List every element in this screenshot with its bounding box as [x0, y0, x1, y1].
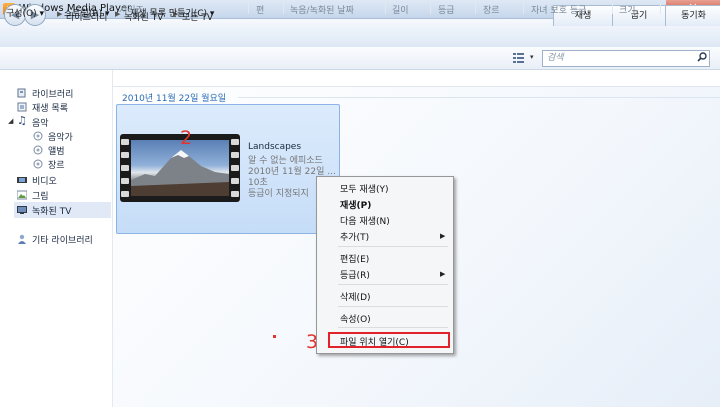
film-perforation	[121, 152, 129, 158]
search-input[interactable]	[547, 52, 687, 64]
chevron-down-icon: ▾	[209, 9, 215, 19]
column-divider[interactable]	[523, 2, 524, 14]
film-perforation	[121, 165, 129, 171]
chevron-down-icon: ▾	[105, 9, 110, 19]
film-perforation	[121, 178, 129, 184]
column-parental-rating[interactable]: 자녀 보호 등급	[531, 3, 586, 16]
breadcrumb-arrow-icon: ▶	[57, 10, 63, 18]
menu-separator	[338, 327, 448, 328]
column-divider[interactable]	[660, 2, 661, 14]
menu-item-open-file-location[interactable]: 파일 위치 열기(C)	[340, 335, 409, 348]
group-divider	[238, 97, 720, 98]
sidebar-item-video[interactable]: 비디오	[32, 174, 57, 187]
item-rating: 등급이 지정되지	[248, 189, 309, 199]
film-perforation	[231, 152, 239, 158]
menu-item-play[interactable]: 재생(P)	[340, 198, 371, 211]
submenu-arrow-icon: ▶	[440, 232, 446, 240]
library-icon	[17, 88, 26, 98]
column-header-row	[113, 70, 720, 87]
sidebar-item-artist[interactable]: 음악가	[48, 130, 73, 143]
column-recorded-date[interactable]: 녹음/녹화된 날짜	[290, 3, 354, 16]
artist-icon	[33, 131, 43, 141]
tab-sync[interactable]: 동기화	[665, 5, 720, 26]
playlist-icon	[17, 102, 27, 112]
menu-item-edit[interactable]: 편집(E)	[340, 252, 369, 265]
column-size[interactable]: 크기	[619, 3, 636, 16]
sidebar-item-album[interactable]: 앨범	[48, 144, 65, 157]
video-icon	[17, 177, 27, 183]
film-perforation	[121, 139, 129, 145]
film-perforation	[231, 178, 239, 184]
film-perforation	[231, 165, 239, 171]
sidebar-item-playlists[interactable]: 재생 목록	[32, 101, 68, 114]
column-episode[interactable]: 편	[256, 3, 264, 16]
menu-separator	[338, 246, 448, 247]
column-genre[interactable]: 장르	[483, 3, 500, 16]
menu-item-add-to[interactable]: 추가(T)	[340, 230, 369, 243]
menu-item-properties[interactable]: 속성(O)	[340, 312, 371, 325]
album-icon	[33, 145, 43, 155]
column-divider[interactable]	[248, 2, 249, 14]
item-title: Landscapes	[248, 142, 302, 152]
sidebar-item-recorded-tv[interactable]: 녹화된 TV	[32, 204, 71, 217]
column-divider[interactable]	[430, 2, 431, 14]
pictures-icon	[17, 190, 27, 200]
music-icon: ♫	[17, 114, 27, 127]
column-divider[interactable]	[475, 2, 476, 14]
menu-item-play-all[interactable]: 모두 재생(Y)	[340, 182, 389, 195]
submenu-arrow-icon: ▶	[440, 270, 446, 278]
column-series[interactable]: 시리즈	[119, 3, 144, 16]
menu-item-rate[interactable]: 등급(R)	[340, 268, 370, 281]
search-box[interactable]	[542, 50, 710, 67]
recorded-tv-icon	[17, 206, 27, 214]
chevron-down-icon[interactable]: ▾	[530, 53, 534, 61]
column-length[interactable]: 길이	[392, 3, 409, 16]
film-perforation	[121, 191, 129, 197]
organize-label: 구성(O)	[6, 9, 37, 19]
group-header-date[interactable]: 2010년 11월 22일 월요일	[122, 91, 226, 104]
sidebar-item-library[interactable]: 라이브러리	[32, 87, 73, 100]
chevron-down-icon: ▾	[39, 9, 45, 19]
sidebar-item-genre[interactable]: 장르	[48, 158, 65, 171]
annotation-dot	[273, 335, 276, 338]
stream-menu[interactable]: 스트림(R) ▾	[64, 6, 110, 19]
menu-item-delete[interactable]: 삭제(D)	[340, 290, 371, 303]
sidebar-item-music[interactable]: 음악	[32, 116, 49, 129]
menu-item-play-next[interactable]: 다음 재생(N)	[340, 214, 390, 227]
column-divider[interactable]	[385, 2, 386, 14]
genre-icon	[33, 159, 43, 169]
organize-menu[interactable]: 구성(O) ▾	[6, 6, 44, 19]
sidebar-item-pictures[interactable]: 그림	[32, 189, 49, 202]
column-divider[interactable]	[612, 2, 613, 14]
film-perforation	[231, 139, 239, 145]
menu-separator	[338, 284, 448, 285]
mountain-graphic	[131, 150, 229, 196]
sidebar-item-other-libraries[interactable]: 기타 라이브러리	[32, 233, 93, 246]
search-icon[interactable]	[697, 52, 707, 62]
column-divider[interactable]	[283, 2, 284, 14]
collapse-arrow-icon[interactable]: ◢	[8, 117, 13, 125]
stream-label: 스트림(R)	[64, 9, 103, 19]
other-libraries-icon	[18, 234, 26, 244]
annotation-number-2: 2	[180, 127, 193, 149]
menu-separator	[338, 306, 448, 307]
column-rating[interactable]: 등급	[438, 3, 455, 16]
film-perforation	[231, 191, 239, 197]
view-options-icon[interactable]	[513, 52, 527, 64]
